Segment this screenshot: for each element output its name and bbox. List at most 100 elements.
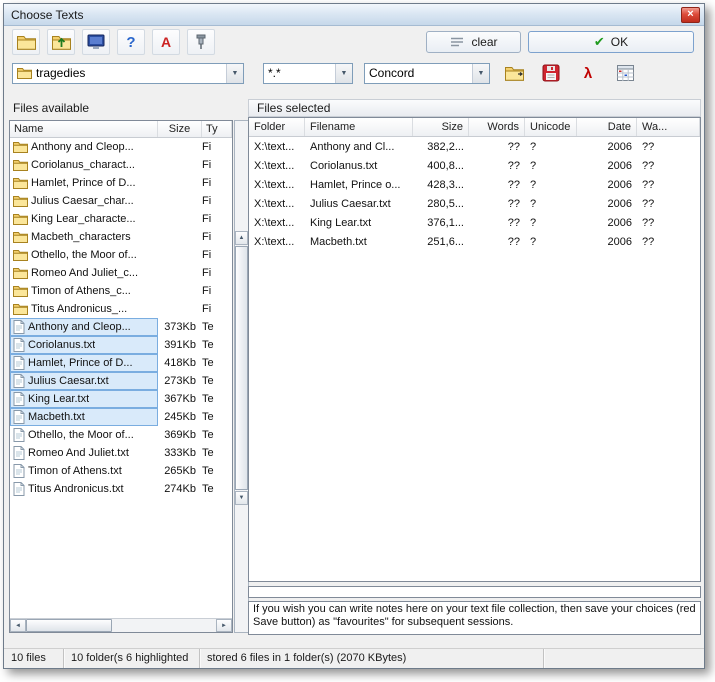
folder-icon (13, 141, 28, 153)
file-list-item[interactable]: Macbeth.txt 245Kb Te (10, 408, 232, 426)
pushpin-button[interactable] (187, 29, 215, 55)
cell-was: ?? (637, 198, 700, 210)
file-name-cell[interactable]: Titus Andronicus.txt (10, 480, 158, 498)
file-name-cell[interactable]: Timon of Athens_c... (10, 282, 158, 300)
file-list-item[interactable]: Titus Andronicus_... Fi (10, 300, 232, 318)
file-list-item[interactable]: Timon of Athens_c... Fi (10, 282, 232, 300)
clear-button[interactable]: clear (426, 31, 521, 53)
table-row[interactable]: X:\text... Hamlet, Prince o... 428,3... … (249, 175, 700, 194)
horizontal-scroll-track[interactable] (112, 619, 216, 632)
file-list-item[interactable]: Romeo And Juliet_c... Fi (10, 264, 232, 282)
file-name-cell[interactable]: Hamlet, Prince of D... (10, 174, 158, 192)
table-row[interactable]: X:\text... King Lear.txt 376,1... ?? ? 2… (249, 213, 700, 232)
lambda-button[interactable]: λ (575, 61, 601, 85)
scroll-right-button[interactable]: ► (216, 619, 232, 632)
file-name-cell[interactable]: King Lear_characte... (10, 210, 158, 228)
cell-filename: Coriolanus.txt (305, 160, 413, 172)
file-list-item[interactable]: Anthony and Cleop... Fi (10, 138, 232, 156)
parent-folder-button[interactable] (47, 29, 75, 55)
save-favourites-button[interactable] (538, 61, 564, 85)
file-name-cell[interactable]: Hamlet, Prince of D... (10, 354, 158, 372)
column-header-name[interactable]: Name (10, 121, 158, 137)
file-name-cell[interactable]: Timon of Athens.txt (10, 462, 158, 480)
file-list-item[interactable]: Anthony and Cleop... 373Kb Te (10, 318, 232, 336)
file-list-item[interactable]: Othello, the Moor of... Fi (10, 246, 232, 264)
list-column-header: Name Size Ty (10, 121, 232, 138)
file-size: 274Kb (158, 483, 202, 495)
column-header-filename[interactable]: Filename (305, 118, 413, 136)
column-header-folder[interactable]: Folder (249, 118, 305, 136)
file-size: 245Kb (158, 411, 202, 423)
ok-button[interactable]: ✔ OK (528, 31, 694, 53)
horizontal-scroll-thumb[interactable] (26, 619, 112, 632)
tool-combo[interactable]: Concord ▼ (364, 63, 490, 84)
file-name-cell[interactable]: Anthony and Cleop... (10, 318, 158, 336)
table-row[interactable]: X:\text... Anthony and Cl... 382,2... ??… (249, 137, 700, 156)
file-list-item[interactable]: King Lear.txt 367Kb Te (10, 390, 232, 408)
file-name-cell[interactable]: Coriolanus_charact... (10, 156, 158, 174)
file-list-item[interactable]: Romeo And Juliet.txt 333Kb Te (10, 444, 232, 462)
file-list-item[interactable]: Othello, the Moor of... 369Kb Te (10, 426, 232, 444)
tool-combo-dropdown[interactable]: ▼ (472, 64, 489, 83)
open-favourites-button[interactable] (501, 61, 527, 85)
file-list-item[interactable]: Julius Caesar_char... Fi (10, 192, 232, 210)
file-name-cell[interactable]: Titus Andronicus_... (10, 300, 158, 318)
file-list-item[interactable]: Titus Andronicus.txt 274Kb Te (10, 480, 232, 498)
scroll-down-button[interactable]: ▼ (235, 491, 248, 505)
file-name-cell[interactable]: Coriolanus.txt (10, 336, 158, 354)
close-button[interactable]: × (681, 7, 700, 23)
file-name-cell[interactable]: Anthony and Cleop... (10, 138, 158, 156)
file-icon (13, 392, 25, 406)
file-list-item[interactable]: Timon of Athens.txt 265Kb Te (10, 462, 232, 480)
folder-combo[interactable]: tragedies ▼ (12, 63, 244, 84)
file-list-item[interactable]: Macbeth_characters Fi (10, 228, 232, 246)
notes-textarea[interactable]: If you wish you can write notes here on … (248, 601, 701, 635)
file-name-cell[interactable]: Julius Caesar_char... (10, 192, 158, 210)
file-name-cell[interactable]: Macbeth_characters (10, 228, 158, 246)
titlebar[interactable]: Choose Texts × (4, 4, 704, 26)
pattern-combo-dropdown[interactable]: ▼ (335, 64, 352, 83)
column-header-date[interactable]: Date (577, 118, 637, 136)
file-name-cell[interactable]: Romeo And Juliet_c... (10, 264, 158, 282)
file-type: Te (202, 375, 232, 387)
file-icon (13, 446, 25, 460)
font-button[interactable]: A (152, 29, 180, 55)
table-row[interactable]: X:\text... Coriolanus.txt 400,8... ?? ? … (249, 156, 700, 175)
column-header-words[interactable]: Words (469, 118, 525, 136)
vertical-scrollbar[interactable]: ▲ ▼ (234, 120, 249, 633)
notes-title-field[interactable] (248, 586, 701, 598)
file-type: Te (202, 321, 232, 333)
folder-combo-dropdown[interactable]: ▼ (226, 64, 243, 83)
table-row[interactable]: X:\text... Macbeth.txt 251,6... ?? ? 200… (249, 232, 700, 251)
cell-unicode: ? (525, 160, 577, 172)
column-header-unicode[interactable]: Unicode (525, 118, 577, 136)
folder-combo-value: tragedies (36, 66, 85, 80)
scroll-left-button[interactable]: ◄ (10, 619, 26, 632)
file-list-item[interactable]: Julius Caesar.txt 273Kb Te (10, 372, 232, 390)
open-folder-button[interactable] (12, 29, 40, 55)
help-button[interactable]: ? (117, 29, 145, 55)
scroll-up-button[interactable]: ▲ (235, 231, 248, 245)
monitor-button[interactable] (82, 29, 110, 55)
table-row[interactable]: X:\text... Julius Caesar.txt 280,5... ??… (249, 194, 700, 213)
vertical-scroll-thumb[interactable] (235, 246, 248, 490)
column-header-size[interactable]: Size (158, 121, 202, 137)
file-list-item[interactable]: King Lear_characte... Fi (10, 210, 232, 228)
column-header-type[interactable]: Ty (202, 121, 232, 137)
file-name-cell[interactable]: Othello, the Moor of... (10, 426, 158, 444)
file-name-cell[interactable]: Othello, the Moor of... (10, 246, 158, 264)
horizontal-scrollbar[interactable]: ◄ ► (10, 618, 232, 632)
file-list-item[interactable]: Hamlet, Prince of D... Fi (10, 174, 232, 192)
file-name-cell[interactable]: Julius Caesar.txt (10, 372, 158, 390)
file-list-item[interactable]: Coriolanus_charact... Fi (10, 156, 232, 174)
file-size: 333Kb (158, 447, 202, 459)
file-list-item[interactable]: Coriolanus.txt 391Kb Te (10, 336, 232, 354)
column-header-size[interactable]: Size (413, 118, 469, 136)
file-pattern-combo[interactable]: *.* ▼ (263, 63, 353, 84)
file-name-cell[interactable]: Macbeth.txt (10, 408, 158, 426)
file-name-cell[interactable]: King Lear.txt (10, 390, 158, 408)
grid-button[interactable] (612, 61, 638, 85)
file-list-item[interactable]: Hamlet, Prince of D... 418Kb Te (10, 354, 232, 372)
column-header-was[interactable]: Wa... (637, 118, 700, 136)
file-name-cell[interactable]: Romeo And Juliet.txt (10, 444, 158, 462)
